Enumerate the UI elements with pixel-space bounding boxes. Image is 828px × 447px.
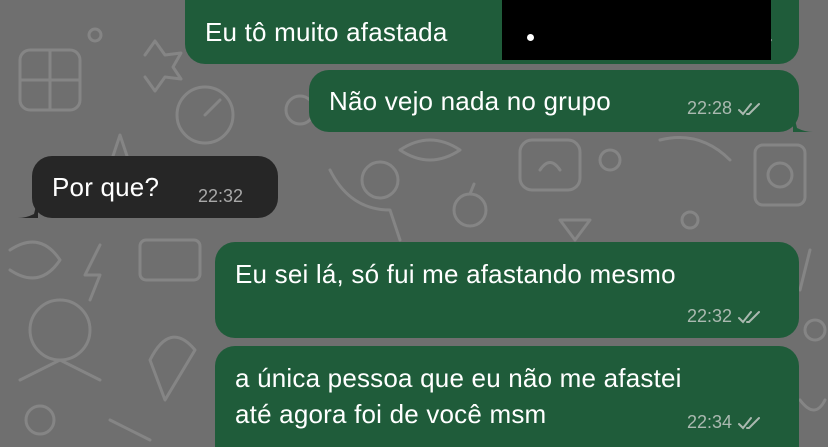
- message-time: 22:28: [687, 98, 733, 118]
- message-time: 22:32: [687, 306, 733, 326]
- message-time: 22:32: [198, 186, 244, 206]
- double-check-icon: [738, 102, 761, 115]
- paw-doodle-icon: [766, 161, 794, 189]
- message-meta: 22:32: [687, 306, 762, 327]
- double-check-icon: [738, 310, 761, 323]
- message-text: Eu sei lá, só fui me afastando mesmo: [235, 259, 676, 289]
- message-bubble-outgoing-4[interactable]: a única pessoa que eu não me afastei até…: [215, 346, 799, 447]
- apple-doodle-icon: [452, 192, 488, 228]
- chat-doodle-icon: [518, 138, 582, 192]
- message-bubble-outgoing-3[interactable]: Eu sei lá, só fui me afastando mesmo 22:…: [215, 242, 799, 338]
- rocket-doodle-icon: [148, 335, 197, 402]
- message-text-line-1: a única pessoa que eu não me afastei: [235, 363, 682, 393]
- message-text: Não vejo nada no grupo: [329, 86, 611, 116]
- message-text: Eu tô muito afastada: [205, 17, 448, 47]
- message-text: Por que?: [52, 172, 160, 202]
- cat-doodle-icon: [143, 39, 183, 93]
- taco-doodle-icon: [8, 240, 62, 280]
- bubble-tail: [793, 112, 813, 132]
- redaction-dot: [527, 34, 534, 41]
- message-bubble-outgoing-1[interactable]: Eu tô muito afastada: [185, 0, 799, 64]
- message-meta: 22:28: [687, 98, 762, 119]
- person-doodle-icon: [328, 168, 402, 242]
- lightning-doodle-icon: [83, 243, 102, 302]
- message-bubble-outgoing-2[interactable]: Não vejo nada no grupo 22:28: [309, 70, 799, 132]
- message-meta: 22:32: [198, 186, 243, 207]
- message-time: 22:34: [687, 412, 733, 432]
- message-bubble-incoming-1[interactable]: Por que? 22:32: [32, 156, 278, 218]
- bubble-tail: [18, 198, 38, 218]
- suitcase-doodle-icon: [138, 238, 202, 282]
- double-check-icon: [738, 416, 761, 429]
- message-text-line-2: até agora foi de você msm: [235, 399, 547, 429]
- message-meta: 22:34: [687, 412, 762, 433]
- redaction-box: [502, 0, 771, 60]
